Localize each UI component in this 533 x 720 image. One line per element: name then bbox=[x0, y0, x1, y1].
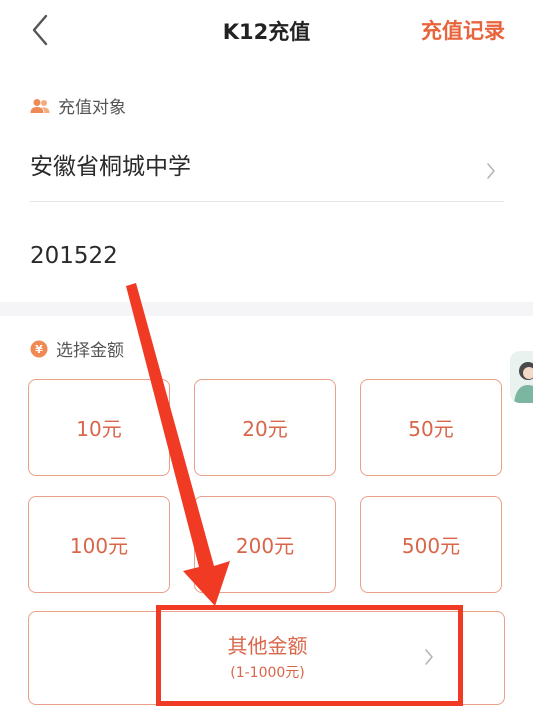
other-amount-range: (1-1000元) bbox=[230, 665, 305, 681]
school-name: 安徽省桐城中学 bbox=[30, 154, 191, 180]
amount-option-200[interactable]: 200元 bbox=[194, 496, 336, 593]
chevron-right-icon bbox=[424, 648, 434, 670]
chevron-left-icon bbox=[32, 14, 48, 46]
svg-text:¥: ¥ bbox=[35, 343, 43, 356]
amount-option-50[interactable]: 50元 bbox=[360, 379, 502, 476]
recharge-target-label-text: 充值对象 bbox=[58, 98, 126, 118]
student-id-field[interactable]: 201522 bbox=[30, 210, 504, 290]
nav-header: K12充值 充值记录 bbox=[0, 0, 533, 62]
amount-option-100[interactable]: 100元 bbox=[28, 496, 170, 593]
users-icon bbox=[30, 98, 50, 114]
yuan-coin-icon: ¥ bbox=[30, 340, 48, 358]
amount-option-500[interactable]: 500元 bbox=[360, 496, 502, 593]
other-amount-label: 其他金额 bbox=[227, 634, 308, 658]
assistant-avatar[interactable] bbox=[510, 351, 533, 403]
student-id-value: 201522 bbox=[30, 243, 118, 269]
recharge-records-link[interactable]: 充值记录 bbox=[421, 15, 505, 45]
recharge-target-label: 充值对象 bbox=[30, 93, 126, 118]
avatar-icon bbox=[514, 362, 533, 403]
other-amount-button[interactable]: 其他金额 (1-1000元) bbox=[28, 611, 505, 705]
chevron-right-icon bbox=[486, 162, 496, 184]
select-amount-label-text: 选择金额 bbox=[56, 341, 124, 361]
select-amount-label: ¥ 选择金额 bbox=[30, 336, 124, 361]
back-button[interactable] bbox=[26, 12, 56, 48]
section-divider bbox=[0, 302, 533, 316]
school-select-row[interactable]: 安徽省桐城中学 bbox=[30, 135, 504, 202]
amount-option-10[interactable]: 10元 bbox=[28, 379, 170, 476]
amount-option-20[interactable]: 20元 bbox=[194, 379, 336, 476]
